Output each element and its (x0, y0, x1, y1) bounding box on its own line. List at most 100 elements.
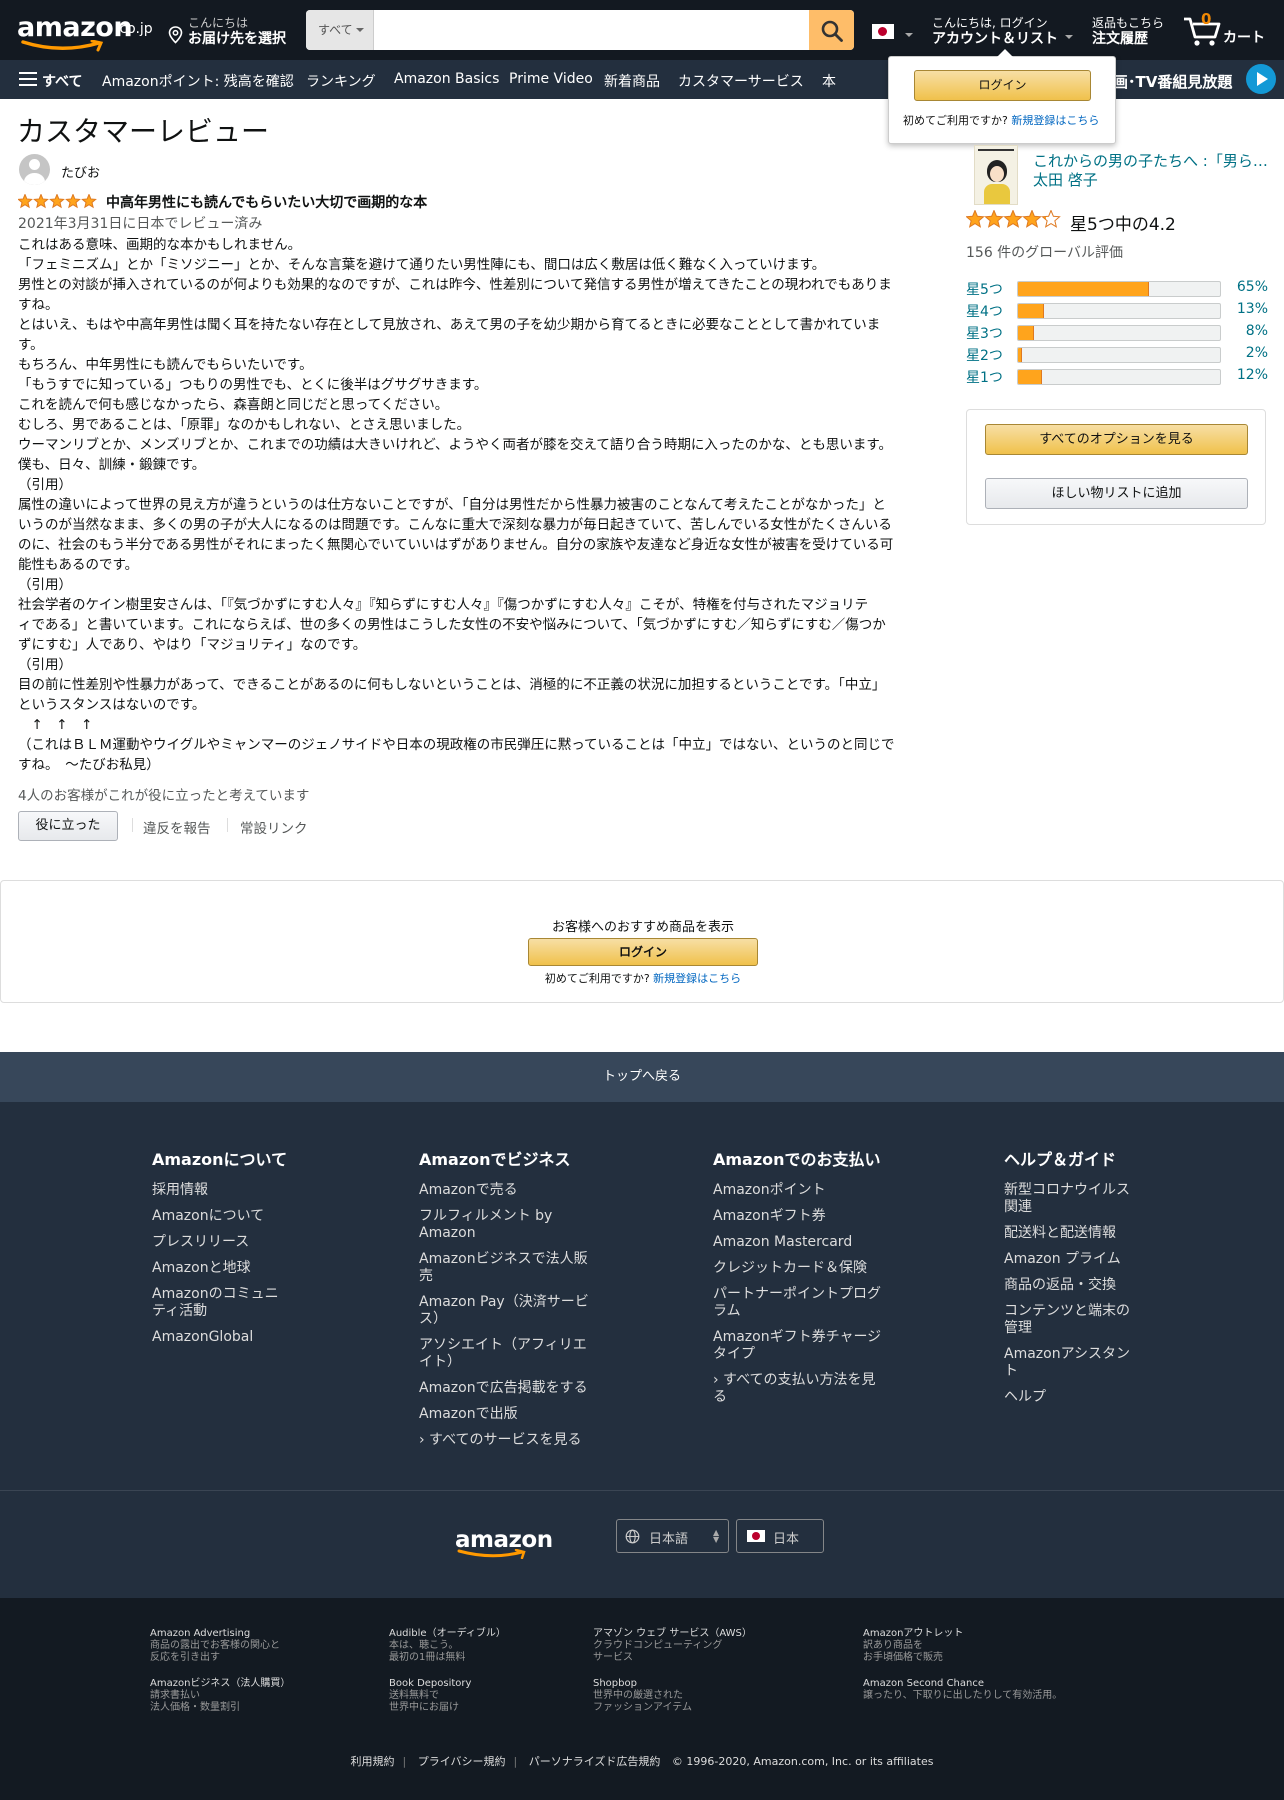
histogram-row-5star[interactable]: 星5つ 65% (966, 279, 1268, 298)
footer-service[interactable]: Amazonビジネス（法人購買） 請求書払い 法人価格・数量割引 (150, 1678, 290, 1714)
helpful-count: 4人のお客様がこれが役に立ったと考えています (18, 788, 310, 804)
footer-link[interactable]: Amazonギフト券チャージタイプ (713, 1329, 883, 1363)
register-link[interactable]: 新規登録はこちら (653, 972, 741, 985)
back-to-top[interactable]: トップへ戻る (0, 1052, 1284, 1102)
footer-link[interactable]: Amazonで広告掲載をする (419, 1380, 589, 1397)
report-abuse-link[interactable]: 違反を報告 (143, 817, 211, 837)
footer-link[interactable]: Amazon プライム (1004, 1251, 1136, 1268)
footer-link[interactable]: AmazonGlobal (152, 1329, 292, 1346)
popover-login-button[interactable]: ログイン (914, 70, 1091, 101)
product-thumbnail[interactable] (974, 145, 1018, 205)
reviewer-name[interactable]: たびお (61, 162, 100, 181)
nav-item-points[interactable]: Amazonポイント: 残高を確認 (102, 71, 294, 91)
histogram-percent: 13% (1236, 301, 1268, 317)
product-author-link[interactable]: 太田 啓子 (1033, 169, 1098, 190)
footer-service[interactable]: Audible（オーディブル） 本は、聴こう。 最初の1冊は無料 (389, 1628, 506, 1664)
review-line: ィである」と書いています。これにならえば、世の多くの男性はこうした女性の不安や悩… (18, 617, 886, 633)
privacy-link[interactable]: プライバシー規約 (418, 1755, 506, 1768)
permalink[interactable]: 常設リンク (240, 817, 308, 837)
footer-link[interactable]: Amazon Pay（決済サービス） (419, 1294, 589, 1328)
footer-link[interactable]: Amazonビジネスで法人販売 (419, 1251, 589, 1285)
review-line: 属性の違いによって世界の見え方が違うというのは仕方ないことですが、「自分は男性だ… (18, 497, 886, 513)
footer-link[interactable]: Amazonで出版 (419, 1406, 589, 1423)
footer-column-title: ヘルプ＆ガイド (1004, 1150, 1117, 1169)
cart-button[interactable]: 0 カート (1182, 10, 1278, 50)
footer-link[interactable]: 採用情報 (152, 1182, 292, 1199)
histogram-percent: 2% (1245, 345, 1268, 361)
histogram-fill (1018, 370, 1043, 384)
footer-link[interactable]: Amazonと地球 (152, 1260, 292, 1277)
histogram-label: 星4つ (966, 304, 1003, 320)
country-value: 日本 (773, 1532, 800, 1547)
footer-link[interactable]: プレスリリース (152, 1234, 292, 1251)
nav-item-new-releases[interactable]: 新着商品 (604, 71, 660, 91)
footer-service[interactable]: Book Depository 送料無料で 世界中にお届け (389, 1678, 471, 1714)
footer-service[interactable]: Amazon Advertising 商品の露出でお客様の関心と 反応を引き出す (150, 1628, 280, 1664)
add-to-wishlist-button[interactable]: ほしい物リストに追加 (985, 478, 1248, 509)
chevron-down-icon (1065, 35, 1073, 39)
register-link[interactable]: 新規登録はこちら (1011, 114, 1099, 127)
see-all-options-button[interactable]: すべてのオプションを見る (985, 424, 1248, 455)
footer-link[interactable]: › すべてのサービスを見る (419, 1432, 589, 1449)
helpful-button[interactable]: 役に立った (18, 811, 118, 841)
footer-link[interactable]: パートナーポイントプログラム (713, 1286, 883, 1320)
reco-title: お客様へのおすすめ商品を表示 (551, 920, 734, 935)
review-line: 男性との対談が挿入されているのが何よりも効果的なのですが、これは昨今、性差別につ… (18, 277, 892, 293)
review-line: 僕も、日々、訓練・鍛錬です。 (18, 457, 206, 473)
search-input[interactable] (374, 10, 814, 50)
footer-link[interactable]: Amazonアシスタント (1004, 1346, 1136, 1380)
footer-service[interactable]: Amazonアウトレット 訳あり商品を お手頃価格で販売 (863, 1628, 963, 1664)
footer-link[interactable]: Amazonのコミュニティ活動 (152, 1286, 292, 1320)
footer-service[interactable]: Shopbop 世界中の厳選された ファッションアイテム (593, 1678, 692, 1714)
japan-flag-icon (747, 1530, 765, 1542)
review-line: （引用） (18, 477, 72, 493)
legal-links: 利用規約 | プライバシー規約 | パーソナライズド広告規約 © 1996-2020… (350, 1755, 934, 1768)
footer-link[interactable]: 商品の返品・交換 (1004, 1277, 1136, 1294)
review-headline[interactable]: 中高年男性にも読んでもらいたい大切で画期的な本 (106, 192, 427, 212)
nav-item-amazon-basics[interactable]: Amazon Basics (394, 71, 499, 87)
search-button[interactable] (809, 10, 854, 50)
play-icon[interactable] (1246, 64, 1276, 94)
footer-link[interactable]: Amazonポイント (713, 1182, 883, 1199)
hamburger-menu-icon[interactable] (19, 72, 37, 86)
nav-item-prime-video[interactable]: Prime Video (509, 71, 593, 87)
footer-link[interactable]: Amazonで売る (419, 1182, 589, 1199)
nav-all-menu[interactable]: すべて (42, 71, 82, 91)
cart-count: 0 (1201, 10, 1212, 28)
nav-item-books[interactable]: 本 (822, 71, 836, 91)
footer-link[interactable]: Amazon Mastercard (713, 1234, 883, 1251)
histogram-percent: 12% (1236, 367, 1268, 383)
terms-link[interactable]: 利用規約 (351, 1755, 395, 1768)
footer-link[interactable]: アソシエイト（アフィリエイト） (419, 1337, 589, 1371)
product-title-link[interactable]: これからの男の子たちへ :「男らしさ」から自由になるためのレッスン (1033, 150, 1273, 171)
footer-link[interactable]: ヘルプ (1004, 1389, 1136, 1406)
histogram-row-4star[interactable]: 星4つ 13% (966, 301, 1268, 320)
footer-link[interactable]: 新型コロナウイルス関連 (1004, 1182, 1136, 1216)
footer-service[interactable]: アマゾン ウェブ サービス（AWS） クラウドコンピューティング サービス (593, 1628, 752, 1664)
footer-link[interactable]: コンテンツと端末の管理 (1004, 1303, 1136, 1337)
footer-link[interactable]: クレジットカード＆保険 (713, 1260, 883, 1277)
histogram-fill (1018, 282, 1150, 296)
search-category-dropdown[interactable]: すべて (306, 10, 374, 50)
country-selector[interactable]: 日本 (736, 1519, 824, 1553)
histogram-row-1star[interactable]: 星1つ 12% (966, 367, 1268, 386)
footer-service[interactable]: Amazon Second Chance 譲ったり、下取りに出したりして有効活用… (863, 1678, 1062, 1702)
ad-policy-link[interactable]: パーソナライズド広告規約 (529, 1755, 661, 1768)
footer-link[interactable]: Amazonギフト券 (713, 1208, 883, 1225)
footer-link[interactable]: › すべての支払い方法を見る (713, 1372, 883, 1406)
footer-amazon-logo[interactable]: amazon (455, 1527, 553, 1559)
footer-link[interactable]: Amazonについて (152, 1208, 292, 1225)
amazon-logo[interactable]: amazon .co.jp (17, 12, 157, 52)
footer-link[interactable]: 配送料と配送情報 (1004, 1225, 1136, 1242)
histogram-row-3star[interactable]: 星3つ 8% (966, 323, 1268, 342)
language-selector[interactable]: 日本語 ▲ ▼ (616, 1519, 729, 1553)
footer-link[interactable]: フルフィルメント by Amazon (419, 1208, 589, 1242)
review-line: むしろ、男であることは、「原罪」なのかもしれない、とさえ思いました。 (18, 417, 471, 433)
nav-item-customer-service[interactable]: カスタマーサービス (678, 71, 804, 91)
nav-item-ranking[interactable]: ランキング (306, 71, 376, 91)
footer-column-help: ヘルプ＆ガイド 新型コロナウイルス関連 配送料と配送情報 Amazon プライム… (1004, 1146, 1136, 1415)
prime-video-promo[interactable]: 映画･TV番組見放題 (1098, 71, 1232, 92)
histogram-row-2star[interactable]: 星2つ 2% (966, 345, 1268, 364)
reco-login-button[interactable]: ログイン (528, 938, 758, 966)
avatar (19, 154, 50, 185)
